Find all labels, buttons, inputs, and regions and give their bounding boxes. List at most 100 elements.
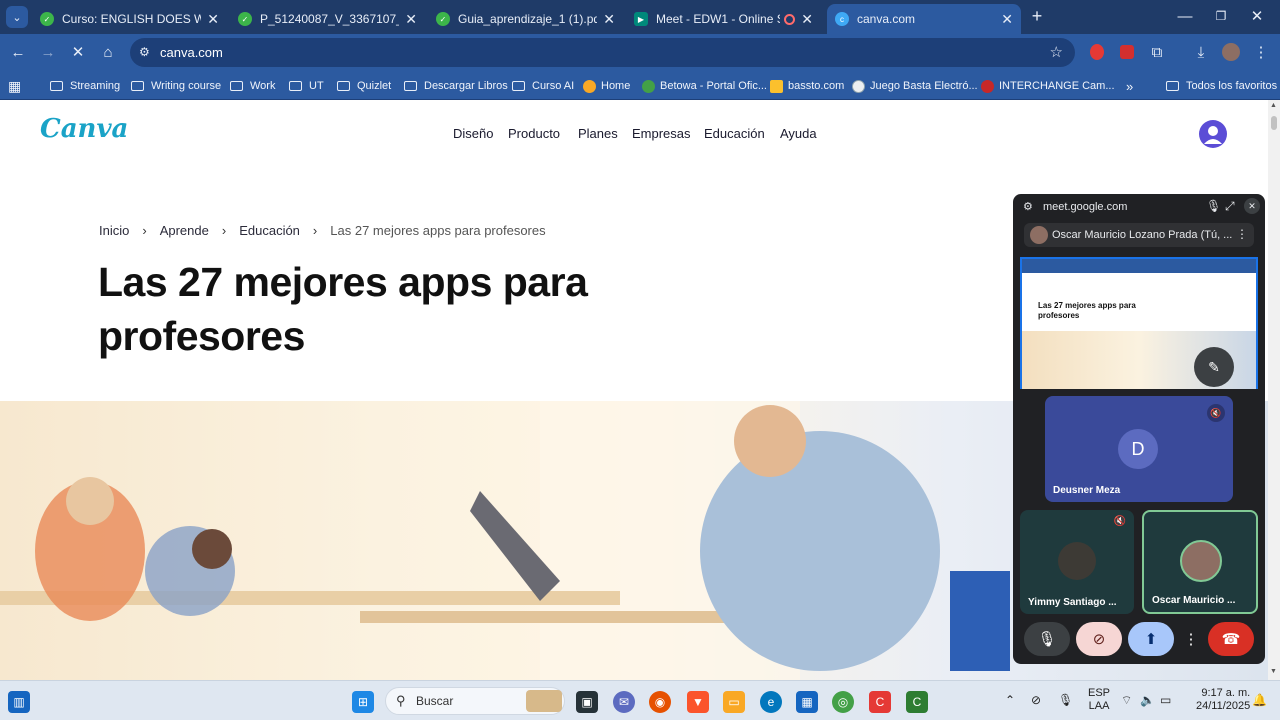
widgets-icon[interactable]: ▥ [8,691,30,713]
site-info-icon[interactable]: ⚙ [139,45,150,59]
menu-kebab-icon[interactable]: ⋮ [1251,42,1271,62]
extensions-puzzle-icon[interactable]: ⧉ [1147,42,1167,62]
language-indicator[interactable]: ESP LAA [1088,687,1110,713]
bookmark-folder-all[interactable]: Todos los favoritos [1166,76,1277,96]
tab-pdf-document[interactable]: ✓ P_51240087_V_3367107_R_25_C ✕ [230,4,425,34]
user-avatar[interactable] [1199,120,1227,148]
close-icon[interactable]: ✕ [405,11,417,28]
notifications-icon[interactable]: 🔔 [1252,693,1267,707]
close-icon[interactable]: ✕ [1001,11,1013,28]
teams-chat-icon[interactable]: ✉ [613,691,635,713]
bookmark-home[interactable]: Home [583,76,630,96]
scroll-up-icon[interactable]: ▲ [1270,102,1277,109]
bookmark-bassto[interactable]: bassto.com [770,76,844,96]
close-icon[interactable]: ✕ [801,11,813,28]
back-to-tab-icon[interactable]: ⤢ [1225,199,1235,214]
camera-off-button[interactable]: ⊘ [1076,622,1122,656]
nav-diseno[interactable]: Diseño [453,126,493,141]
minimize-icon[interactable]: — [1175,6,1195,26]
stop-loading-icon[interactable]: ✕ [68,42,88,62]
tab-english-course[interactable]: ✓ Curso: ENGLISH DOES WORK - ✕ [32,4,227,34]
tab-canva[interactable]: c canva.com ✕ [827,4,1021,34]
apps-grid-icon[interactable]: ▦ [8,76,21,96]
address-bar[interactable]: ⚙ canva.com ☆ [130,38,1075,67]
breadcrumb-inicio[interactable]: Inicio [99,223,129,238]
firefox-icon[interactable]: ◉ [649,691,671,713]
close-icon[interactable]: ✕ [603,11,615,28]
nav-ayuda[interactable]: Ayuda [780,126,817,141]
bookmark-folder-quizlet[interactable]: Quizlet [337,76,391,96]
back-arrow-icon[interactable]: ← [8,42,28,62]
bookmark-juego-basta[interactable]: Juego Basta Electró... [852,76,978,96]
clock[interactable]: 9:17 a. m. 24/11/2025 [1196,687,1250,713]
breadcrumb-aprende[interactable]: Aprende [160,223,209,238]
profile-avatar[interactable] [1222,43,1240,61]
tab-title: Meet - EDW1 - Online Sessi [656,12,780,26]
store-icon[interactable]: ▦ [796,691,818,713]
participant-tile-oscar[interactable]: Oscar Mauricio ... [1142,510,1258,614]
canva-logo[interactable]: Canva [40,114,128,144]
more-options-button[interactable]: ⋮ [1181,622,1201,656]
chrome-icon[interactable]: ◎ [832,691,854,713]
bookmark-interchange[interactable]: INTERCHANGE Cam... [981,76,1115,96]
file-explorer-icon[interactable]: ▭ [723,691,745,713]
breadcrumb-educacion[interactable]: Educación [239,223,300,238]
more-options-icon[interactable]: ⋮ [1236,227,1248,241]
bookmarks-overflow-chevron-icon[interactable]: » [1126,76,1133,96]
bookmark-folder-writing[interactable]: Writing course [131,76,221,96]
folder-icon [404,81,417,91]
close-icon[interactable]: ✕ [1244,198,1260,214]
bookmark-label: INTERCHANGE Cam... [999,80,1115,92]
tab-search-chevron-icon[interactable]: ⌄ [6,6,28,28]
bookmark-star-icon[interactable]: ☆ [1050,43,1063,61]
mic-button[interactable]: 🎙 [1024,622,1070,656]
annotate-pen-icon[interactable]: ✎ [1194,347,1234,387]
start-windows-icon[interactable]: ⊞ [352,691,374,713]
task-view-icon[interactable]: ▣ [576,691,598,713]
scroll-down-icon[interactable]: ▼ [1270,668,1277,675]
scrollbar-thumb[interactable] [1271,116,1277,130]
tab-meet[interactable]: ▶ Meet - EDW1 - Online Sessi ✕ [626,4,821,34]
battery-icon[interactable]: ▭ [1160,693,1171,707]
mic-icon[interactable]: 🎙 [1206,199,1221,213]
nav-empresas[interactable]: Empresas [632,126,691,141]
participant-avatar [1180,540,1222,582]
nav-producto[interactable]: Producto [508,126,560,141]
globe-icon [852,79,865,93]
restore-icon[interactable]: ❐ [1211,6,1231,26]
nav-planes[interactable]: Planes [578,126,618,141]
page-scrollbar[interactable]: ▲ ▼ [1268,100,1280,680]
bookmark-folder-curso-ai[interactable]: Curso AI [512,76,574,96]
close-icon[interactable]: ✕ [207,11,219,28]
app-red-icon[interactable]: C [869,691,891,713]
bookmark-folder-work[interactable]: Work [230,76,275,96]
app-green-icon[interactable]: C [906,691,928,713]
nav-educacion[interactable]: Educación [704,126,765,141]
wifi-icon[interactable]: ⌔ [1121,693,1132,708]
edge-icon[interactable]: e [760,691,782,713]
download-icon[interactable]: ⤓ [1191,42,1211,62]
tab-guia-aprendizaje[interactable]: ✓ Guia_aprendizaje_1 (1).pdf ✕ [428,4,623,34]
brave-icon[interactable]: ▼ [687,691,709,713]
new-tab-plus-icon[interactable]: + [1027,6,1047,26]
present-screen-button[interactable]: ⬆ [1128,622,1174,656]
forward-arrow-icon[interactable]: → [38,42,58,62]
tray-chevron-up-icon[interactable]: ⌃ [1005,693,1015,707]
bookmark-folder-ut[interactable]: UT [289,76,324,96]
bookmark-betowa[interactable]: Betowa - Portal Ofic... [642,76,767,96]
site-settings-icon[interactable]: ⚙ [1023,200,1033,213]
taskbar-search[interactable]: ⚲ Buscar [385,687,565,715]
volume-icon[interactable]: 🔈 [1140,693,1155,707]
leave-call-button[interactable]: ☎ [1208,622,1254,656]
home-icon[interactable]: ⌂ [98,42,118,62]
extension-red-icon[interactable] [1090,44,1104,60]
participant-tile-deusner[interactable]: D 🔇 Deusner Meza [1045,396,1233,502]
bookmark-folder-streaming[interactable]: Streaming [50,76,120,96]
bookmark-folder-libros[interactable]: Descargar Libros [404,76,508,96]
extension-pdf-icon[interactable] [1120,45,1134,59]
tray-sync-icon[interactable]: ⊘ [1031,693,1041,707]
close-window-icon[interactable]: ✕ [1247,6,1267,26]
tray-mic-icon[interactable]: 🎙 [1058,693,1073,707]
bookmark-label: Juego Basta Electró... [870,80,978,92]
participant-tile-yimmy[interactable]: 🔇 Yimmy Santiago ... [1020,510,1134,614]
